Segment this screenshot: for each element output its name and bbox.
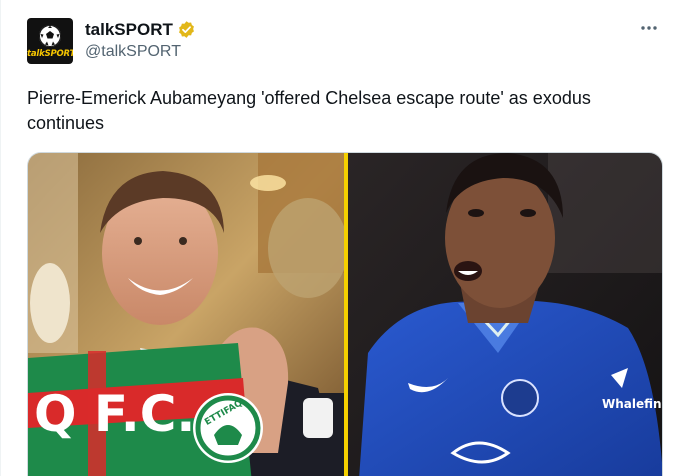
media-image: Q F.C. ETTIFAQ Whalefin xyxy=(28,153,662,476)
avatar[interactable]: talkSPORT xyxy=(27,18,73,64)
avatar-logo-text: talkSPORT xyxy=(27,49,73,59)
right-photo: Whalefin xyxy=(348,153,662,476)
account-handle[interactable]: @talkSPORT xyxy=(85,43,196,61)
football-icon xyxy=(39,25,61,47)
account-names: talkSPORT @talkSPORT xyxy=(85,19,196,61)
display-name-row: talkSPORT xyxy=(85,19,196,40)
scarf-text: Q F.C. xyxy=(34,385,195,443)
verified-badge-icon xyxy=(177,20,196,39)
display-name[interactable]: talkSPORT xyxy=(85,20,173,40)
chelsea-crest-icon xyxy=(501,379,539,417)
tweet-header: talkSPORT talkSPORT @talkSPORT xyxy=(27,18,196,64)
left-photo: Q F.C. ETTIFAQ xyxy=(28,153,348,476)
tweet-media[interactable]: Q F.C. ETTIFAQ Whalefin xyxy=(27,152,663,476)
shirt-sponsor-text: Whalefin xyxy=(602,397,662,411)
more-dots-icon[interactable] xyxy=(637,16,661,40)
tweet-text: Pierre-Emerick Aubameyang 'offered Chels… xyxy=(27,88,591,133)
tweet-card[interactable]: talkSPORT talkSPORT @talkSPORT Pierre-Em… xyxy=(0,0,675,476)
media-divider xyxy=(344,153,348,476)
